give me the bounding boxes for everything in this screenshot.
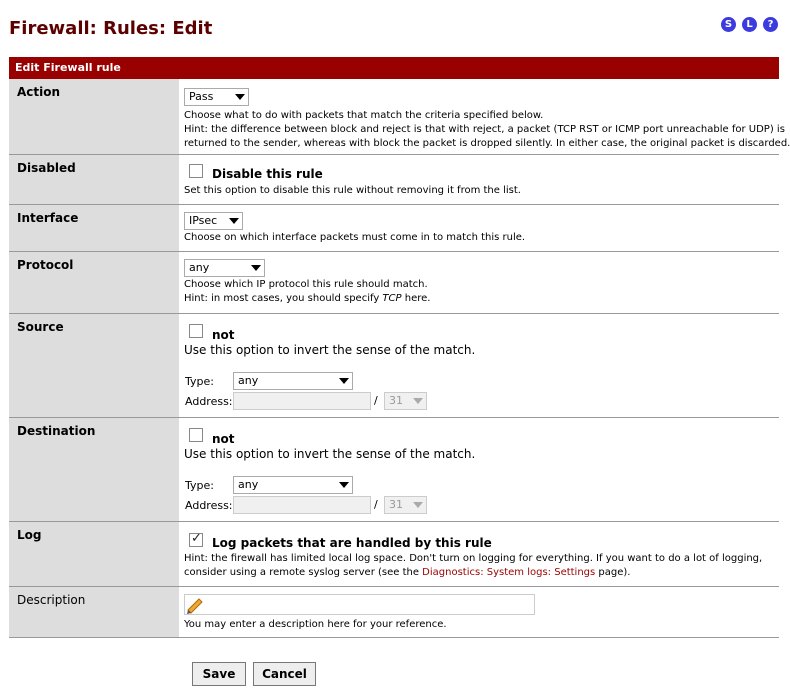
chevron-down-icon [251,265,261,271]
table-header: Edit Firewall rule [9,57,779,79]
top-icons: S L ? [721,17,778,32]
protocol-row: Protocol any Choose which IP protocol th… [9,252,779,314]
destination-not-checkbox[interactable] [189,428,203,442]
chevron-down-icon [339,482,349,488]
protocol-label: Protocol [9,252,179,313]
disabled-hint: Set this option to disable this rule wit… [184,185,521,196]
protocol-select[interactable]: any [184,259,265,277]
chevron-down-icon [413,398,423,404]
protocol-hint-1: Choose which IP protocol this rule shoul… [184,279,428,290]
destination-mask-select[interactable]: 31 [384,496,427,514]
source-not-checkbox[interactable] [189,324,203,338]
pencil-icon [187,598,203,614]
destination-address-input[interactable] [233,496,371,514]
log-hint-2: consider using a remote syslog server (s… [184,567,631,578]
destination-type-select[interactable]: any [233,476,353,494]
destination-row: Destination not Use this option to inver… [9,418,779,522]
help-icon[interactable]: ? [763,17,778,32]
source-mask-select[interactable]: 31 [384,392,427,410]
edit-firewall-rule-table: Edit Firewall rule Action Pass Choose wh… [9,57,790,638]
action-select[interactable]: Pass [184,88,249,106]
chevron-down-icon [229,218,239,224]
check-icon: ✓ [191,531,202,546]
chevron-down-icon [413,502,423,508]
log-icon[interactable]: L [742,17,757,32]
destination-address-label: Address: [185,499,233,512]
disable-rule-label: Disable this rule [212,167,323,181]
description-row: Description You may enter a description … [9,587,779,638]
protocol-hint-2: Hint: in most cases, you should specify … [184,293,431,304]
chevron-down-icon [339,378,349,384]
log-label: Log [9,522,179,586]
description-label: Description [9,587,179,637]
save-button[interactable]: Save [192,662,246,686]
destination-hint: Use this option to invert the sense of t… [184,447,476,461]
action-label: Action [9,79,179,154]
chevron-down-icon [235,94,245,100]
interface-row: Interface IPsec Choose on which interfac… [9,205,779,252]
action-hint-3: returned to the sender, whereas with blo… [184,138,790,149]
interface-select[interactable]: IPsec [184,212,243,230]
action-hint-2: Hint: the difference between block and r… [184,124,785,135]
disabled-row: Disabled Disable this rule Set this opti… [9,155,779,205]
disabled-label: Disabled [9,155,179,204]
source-type-label: Type: [185,375,214,388]
destination-slash: / [374,498,378,511]
interface-hint: Choose on which interface packets must c… [184,232,526,243]
destination-not-label: not [212,432,235,446]
source-not-label: not [212,328,235,342]
disable-rule-checkbox[interactable] [189,164,203,178]
source-address-input[interactable] [233,392,371,410]
source-label: Source [9,314,179,417]
log-hint-1: Hint: the firewall has limited local log… [184,553,763,564]
interface-label: Interface [9,205,179,251]
page-title: Firewall: Rules: Edit [9,18,213,39]
cancel-button[interactable]: Cancel [253,662,316,686]
source-row: Source not Use this option to invert the… [9,314,779,418]
destination-label: Destination [9,418,179,521]
source-hint: Use this option to invert the sense of t… [184,343,476,357]
source-address-label: Address: [185,395,233,408]
log-packets-label: Log packets that are handled by this rul… [212,536,492,550]
diagnostics-settings-link[interactable]: Diagnostics: System logs: Settings [422,567,595,578]
action-row: Action Pass Choose what to do with packe… [9,79,790,155]
log-packets-checkbox[interactable]: ✓ [189,531,203,547]
log-row: Log ✓ Log packets that are handled by th… [9,522,779,587]
source-slash: / [374,394,378,407]
action-hint-1: Choose what to do with packets that matc… [184,110,544,121]
destination-type-label: Type: [185,479,214,492]
description-hint: You may enter a description here for you… [184,619,447,630]
status-icon[interactable]: S [721,17,736,32]
source-type-select[interactable]: any [233,372,353,390]
description-input[interactable] [184,594,535,615]
